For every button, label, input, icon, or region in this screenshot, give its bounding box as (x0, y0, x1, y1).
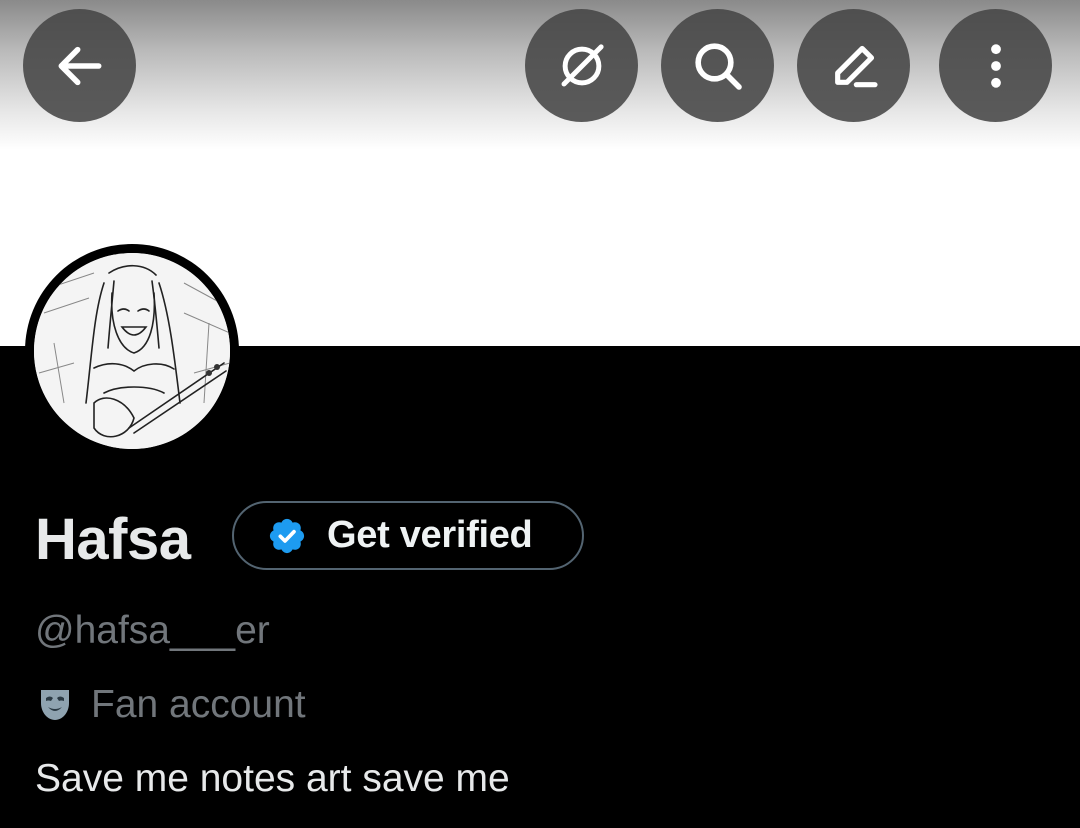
more-vertical-icon (990, 43, 1001, 88)
performing-arts-masks-icon (41, 690, 69, 720)
edit-button[interactable] (797, 9, 910, 122)
profile-avatar[interactable] (25, 244, 239, 458)
search-button[interactable] (661, 9, 774, 122)
profile-name: Hafsa (35, 507, 191, 572)
more-options-button[interactable] (939, 9, 1052, 122)
profile-handle: @hafsa___er (35, 609, 270, 652)
pencil-icon (834, 45, 878, 87)
arrow-left-icon (58, 46, 101, 85)
grok-icon (561, 43, 604, 86)
search-icon (694, 42, 742, 90)
back-button[interactable] (23, 9, 136, 122)
verified-badge-icon (269, 518, 305, 553)
get-verified-label: Get verified (327, 514, 533, 556)
grok-button[interactable] (525, 9, 638, 122)
category-label: Fan account (91, 683, 306, 726)
get-verified-button[interactable]: Get verified (232, 501, 584, 570)
avatar-image (34, 253, 230, 449)
profile-bio: Save me notes art save me (35, 757, 510, 800)
profile-category: Fan account (35, 682, 306, 728)
